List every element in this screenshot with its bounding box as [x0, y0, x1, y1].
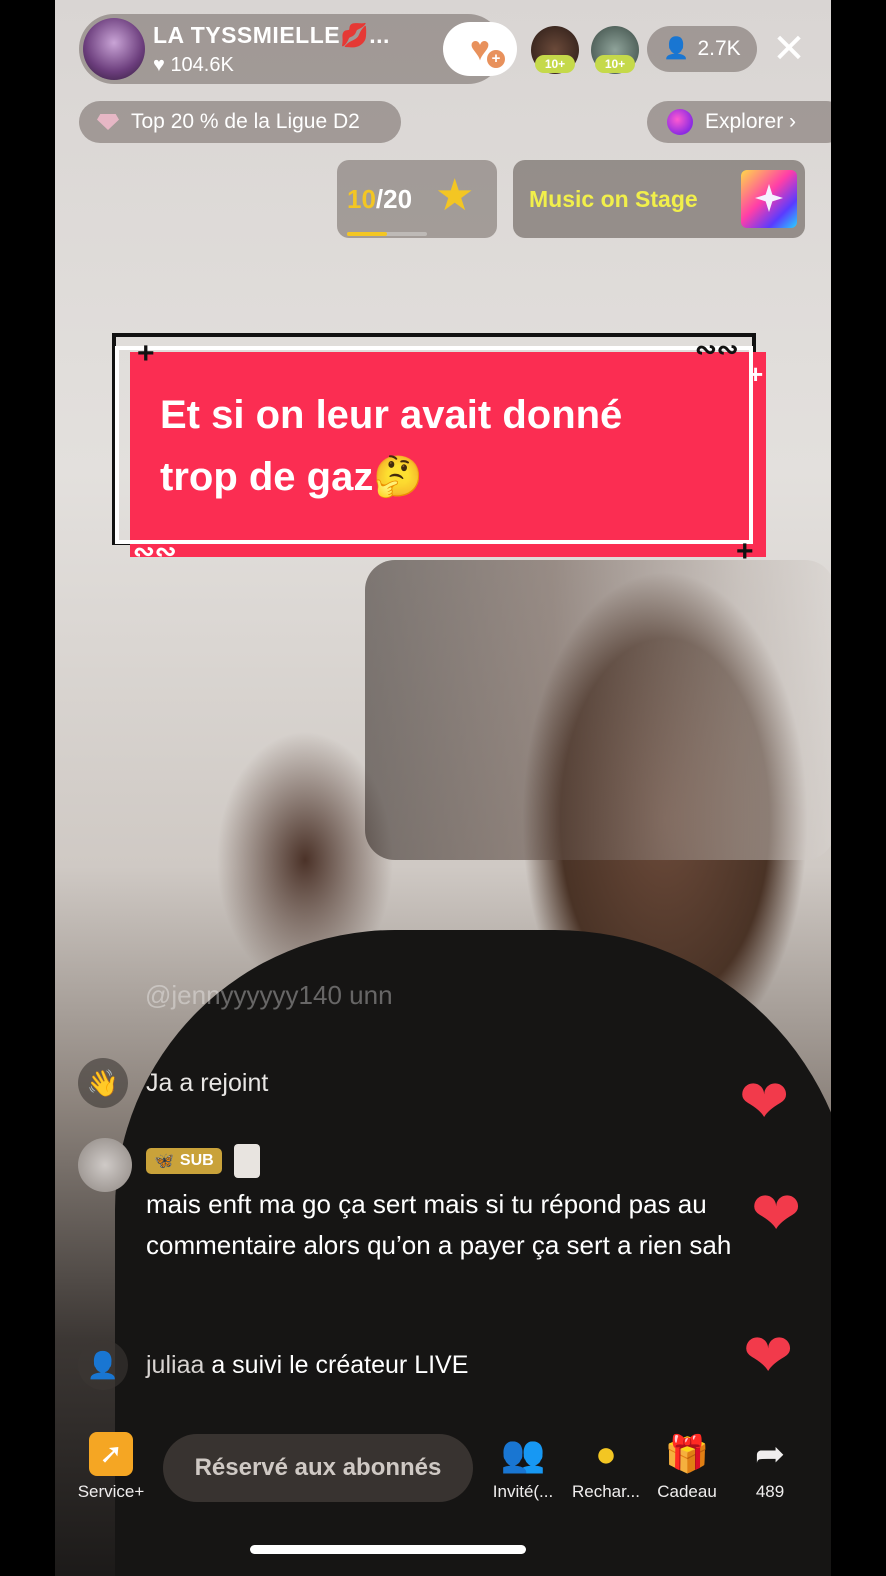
follow-message: a suivi le créateur LIVE [204, 1350, 469, 1379]
subscriber-badge-label: SUB [179, 1152, 214, 1169]
close-icon[interactable]: ✕ [769, 26, 809, 72]
plus-icon: + [487, 50, 505, 68]
explore-label: Explorer › [705, 110, 797, 133]
commenter-badges: 🦋 SUB [146, 1144, 260, 1178]
coin-discount-icon: ● [595, 1433, 617, 1474]
floating-heart-icon: ❤ [739, 1068, 790, 1135]
gift-icon: 🎁 [664, 1433, 710, 1474]
commenter-avatar[interactable] [78, 1138, 132, 1192]
faded-chat-user: @jennyyyyyy140 unn [145, 980, 393, 1010]
fan-card-icon [233, 1144, 260, 1178]
follow-text: juliaa a suivi le créateur LIVE [146, 1351, 468, 1380]
goal-progress-bar [347, 232, 427, 236]
service-label: Service+ [77, 1482, 145, 1501]
heart-icon: ♥ [153, 54, 165, 76]
butterfly-icon: 🦋 [154, 1153, 174, 1170]
gift-label: Cadeau [657, 1482, 717, 1501]
host-name: LA TYSSMIELLE💋... [153, 22, 390, 48]
music-stage-icon [741, 170, 797, 228]
league-rank-label: Top 20 % de la Ligue D2 [131, 110, 360, 133]
music-on-stage-card[interactable]: Music on Stage [513, 160, 805, 238]
music-on-stage-label: Music on Stage [529, 186, 698, 212]
viewer-count-value: 2.7K [697, 37, 741, 60]
service-button[interactable]: ➚ Service+ [71, 1432, 151, 1502]
host-avatar[interactable] [83, 18, 145, 80]
explore-button[interactable]: Explorer › [647, 101, 831, 143]
chat-join-event: 👋 Ja a rejoint [78, 1058, 268, 1108]
top-viewer-badge: 10+ [535, 55, 575, 73]
invite-button[interactable]: 👥 Invité(... [485, 1432, 561, 1502]
caption-frame [115, 346, 753, 544]
home-indicator[interactable] [250, 1545, 526, 1554]
zigzag-deco-icon: ∾∾ [695, 334, 739, 364]
goal-current: 10 [347, 184, 376, 214]
person-icon: 👤 [663, 37, 690, 60]
comment-input[interactable]: Réservé aux abonnés [163, 1434, 473, 1502]
chat-follow-event: 👤 juliaa a suivi le créateur LIVE [78, 1340, 468, 1390]
explore-orb-icon [667, 109, 693, 135]
host-likes-count: 104.6K [170, 54, 234, 76]
plus-deco-icon: + [736, 535, 754, 568]
goal-total: /20 [375, 184, 413, 214]
subscriber-badge: 🦋 SUB [146, 1148, 222, 1174]
star-icon: ★ [435, 171, 475, 220]
share-button[interactable]: ➦ 489 [737, 1432, 803, 1502]
follow-user-icon: 👤 [78, 1340, 128, 1390]
background-curtain [365, 560, 831, 860]
viewer-count[interactable]: 👤 2.7K [647, 26, 757, 72]
host-likes: ♥ 104.6K [153, 54, 234, 77]
service-icon: ➚ [89, 1432, 133, 1476]
zigzag-deco-icon: ∾∾ [133, 536, 177, 566]
share-arrow-icon: ➦ [754, 1433, 786, 1474]
plus-deco-icon: + [748, 359, 764, 389]
gift-button[interactable]: 🎁 Cadeau [649, 1432, 725, 1502]
goal-progress-fill [347, 232, 387, 236]
floating-heart-icon: ❤ [751, 1180, 802, 1247]
gem-icon [97, 114, 119, 130]
plus-deco-icon: + [137, 337, 155, 370]
top-viewer-badge: 10+ [595, 55, 635, 73]
live-stream-screen: LA TYSSMIELLE💋... ♥ 104.6K ♥ + 10+ 10+ 👤… [55, 0, 831, 1576]
goal-progress-card[interactable]: 10/20 ★ [337, 160, 497, 238]
share-count: 489 [755, 1482, 785, 1501]
follow-username: juliaa [146, 1350, 205, 1379]
guests-icon: 👥 [500, 1433, 546, 1474]
wave-icon: 👋 [78, 1058, 128, 1108]
goal-progress-text: 10/20 [347, 184, 412, 215]
host-info[interactable]: LA TYSSMIELLE💋... ♥ 104.6K ♥ + [79, 14, 517, 84]
invite-label: Invité(... [492, 1482, 554, 1501]
floating-heart-icon: ❤ [743, 1322, 794, 1389]
league-rank-pill[interactable]: Top 20 % de la Ligue D2 [79, 101, 401, 143]
join-text: Ja a rejoint [146, 1068, 269, 1097]
recharge-label: Rechar... [571, 1482, 641, 1501]
follow-button[interactable]: ♥ + [443, 22, 517, 76]
recharge-button[interactable]: ● Rechar... [565, 1432, 647, 1502]
chat-message-text: mais enft ma go ça sert mais si tu répon… [146, 1189, 732, 1260]
